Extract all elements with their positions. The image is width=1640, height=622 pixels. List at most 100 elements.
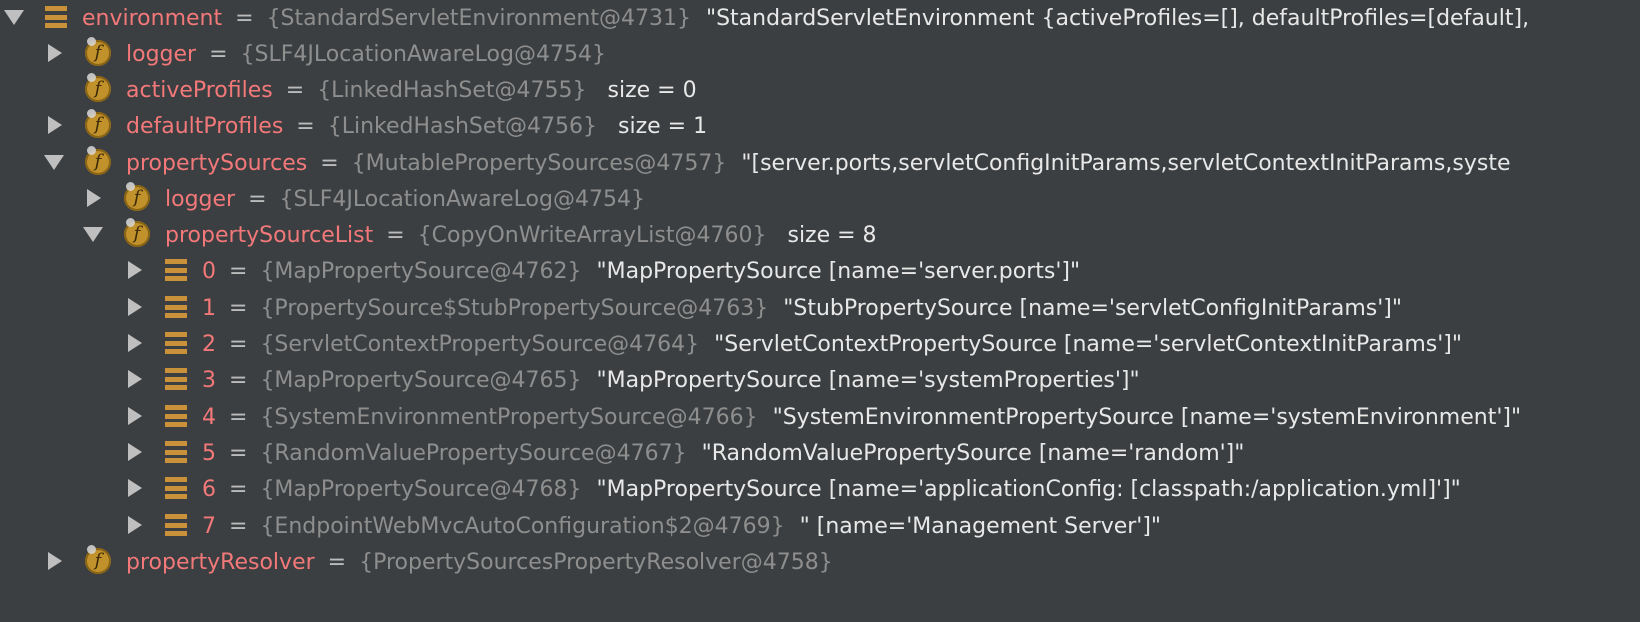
object-reference: {MapPropertySource@4765} (260, 368, 582, 393)
expand-arrow-icon[interactable] (4, 9, 24, 25)
tree-row-logger[interactable]: f logger = {SLF4JLocationAwareLog@4754} (0, 36, 1640, 74)
tree-row-list-element[interactable]: 4 = {SystemEnvironmentPropertySource@476… (0, 399, 1640, 437)
element-index: 7 (202, 514, 216, 539)
variable-value: "MapPropertySource [name='server.ports']… (596, 259, 1081, 284)
equals-sign: = (235, 6, 254, 31)
element-index: 3 (202, 368, 216, 393)
collapse-arrow-icon[interactable] (128, 479, 142, 497)
collapse-arrow-icon[interactable] (128, 298, 142, 316)
variable-name: logger (165, 187, 236, 212)
equals-sign: = (229, 296, 248, 321)
equals-sign: = (229, 477, 248, 502)
field-icon: f (85, 146, 111, 175)
list-icon (165, 477, 187, 499)
tree-row-property-resolver[interactable]: f propertyResolver = {PropertySourcesPro… (0, 544, 1640, 582)
collapse-arrow-icon[interactable] (48, 552, 62, 570)
tree-row-list-element[interactable]: 2 = {ServletContextPropertySource@4764} … (0, 326, 1640, 364)
equals-sign: = (229, 259, 248, 284)
tree-row-default-profiles[interactable]: f defaultProfiles = {LinkedHashSet@4756}… (0, 108, 1640, 146)
collapse-arrow-icon[interactable] (48, 44, 62, 62)
variable-value: "StubPropertySource [name='servletConfig… (783, 296, 1402, 321)
variable-value: "MapPropertySource [name='applicationCon… (596, 477, 1461, 502)
collection-size: size = 8 (787, 223, 877, 248)
collapse-arrow-icon[interactable] (128, 334, 142, 352)
object-reference: {SLF4JLocationAwareLog@4754} (279, 187, 645, 212)
object-reference: {RandomValuePropertySource@4767} (260, 441, 687, 466)
equals-sign: = (327, 550, 347, 575)
tree-row-environment[interactable]: environment = {StandardServletEnvironmen… (0, 0, 1640, 38)
variable-name: propertySources (126, 151, 308, 176)
tree-row-list-element[interactable]: 1 = {PropertySource$StubPropertySource@4… (0, 290, 1640, 328)
variable-value: " [name='Management Server']" (799, 514, 1162, 539)
list-icon (165, 441, 187, 463)
collection-size: size = 1 (618, 114, 708, 139)
equals-sign: = (209, 42, 228, 67)
list-icon (165, 514, 187, 536)
equals-sign: = (229, 368, 248, 393)
equals-sign: = (296, 114, 315, 139)
collapse-arrow-icon[interactable] (128, 516, 142, 534)
element-index: 6 (202, 477, 216, 502)
collapse-arrow-icon[interactable] (48, 116, 62, 134)
object-reference: {LinkedHashSet@4756} (327, 114, 598, 139)
equals-sign: = (386, 223, 405, 248)
tree-row-list-element[interactable]: 0 = {MapPropertySource@4762} "MapPropert… (0, 253, 1640, 291)
collapse-arrow-icon[interactable] (128, 261, 142, 279)
object-reference: {ServletContextPropertySource@4764} (260, 332, 700, 357)
element-index: 2 (202, 332, 216, 357)
tree-row-list-element[interactable]: 6 = {MapPropertySource@4768} "MapPropert… (0, 471, 1640, 509)
object-reference: {SystemEnvironmentPropertySource@4766} (260, 405, 758, 430)
collapse-arrow-icon[interactable] (128, 370, 142, 388)
variable-value: "[server.ports,servletConfigInitParams,s… (741, 151, 1511, 176)
object-reference: {PropertySource$StubPropertySource@4763} (260, 296, 769, 321)
collapse-arrow-icon[interactable] (128, 443, 142, 461)
variable-value: "SystemEnvironmentPropertySource [name='… (772, 405, 1522, 430)
object-reference: {EndpointWebMvcAutoConfiguration$2@4769} (260, 514, 785, 539)
field-icon: f (85, 37, 111, 66)
equals-sign: = (229, 332, 248, 357)
tree-row-list-element[interactable]: 3 = {MapPropertySource@4765} "MapPropert… (0, 362, 1640, 400)
element-index: 0 (202, 259, 216, 284)
element-index: 1 (202, 296, 216, 321)
element-index: 5 (202, 441, 216, 466)
collection-size: size = 0 (607, 78, 697, 103)
object-reference: {StandardServletEnvironment@4731} (266, 6, 691, 31)
field-icon: f (85, 545, 111, 574)
expand-arrow-icon[interactable] (83, 226, 103, 242)
tree-row-property-source-list[interactable]: f propertySourceList = {CopyOnWriteArray… (0, 217, 1640, 255)
tree-row-list-element[interactable]: 7 = {EndpointWebMvcAutoConfiguration$2@4… (0, 508, 1640, 546)
list-icon (165, 368, 187, 390)
expand-arrow-icon[interactable] (44, 154, 64, 170)
object-reference: {CopyOnWriteArrayList@4760} (417, 223, 767, 248)
variable-value: "StandardServletEnvironment {activeProfi… (705, 6, 1530, 31)
variable-name: defaultProfiles (126, 114, 284, 139)
tree-row-property-sources[interactable]: f propertySources = {MutablePropertySour… (0, 145, 1640, 183)
variable-value: "RandomValuePropertySource [name='random… (701, 441, 1245, 466)
equals-sign: = (248, 187, 267, 212)
variable-name: activeProfiles (126, 78, 273, 103)
equals-sign: = (229, 514, 248, 539)
equals-sign: = (229, 405, 248, 430)
field-icon: f (124, 182, 150, 211)
list-icon (165, 332, 187, 354)
list-icon (165, 259, 187, 281)
field-icon: f (124, 218, 150, 247)
variable-value: "ServletContextPropertySource [name='ser… (714, 332, 1462, 357)
object-reference: {MutablePropertySources@4757} (351, 151, 727, 176)
field-icon: f (85, 109, 111, 138)
variable-name: logger (126, 42, 197, 67)
list-icon (45, 6, 67, 28)
collapse-arrow-icon[interactable] (128, 407, 142, 425)
equals-sign: = (229, 441, 248, 466)
collapse-arrow-icon[interactable] (87, 189, 101, 207)
object-reference: {MapPropertySource@4768} (260, 477, 582, 502)
object-reference: {MapPropertySource@4762} (260, 259, 582, 284)
tree-row-list-element[interactable]: 5 = {RandomValuePropertySource@4767} "Ra… (0, 435, 1640, 473)
element-index: 4 (202, 405, 216, 430)
tree-row-active-profiles[interactable]: f activeProfiles = {LinkedHashSet@4755} … (0, 72, 1640, 110)
tree-row-property-sources-logger[interactable]: f logger = {SLF4JLocationAwareLog@4754} (0, 181, 1640, 219)
equals-sign: = (320, 151, 339, 176)
object-reference: {PropertySourcesPropertyResolver@4758} (359, 550, 833, 575)
variable-name: propertyResolver (126, 550, 315, 575)
equals-sign: = (285, 78, 305, 103)
